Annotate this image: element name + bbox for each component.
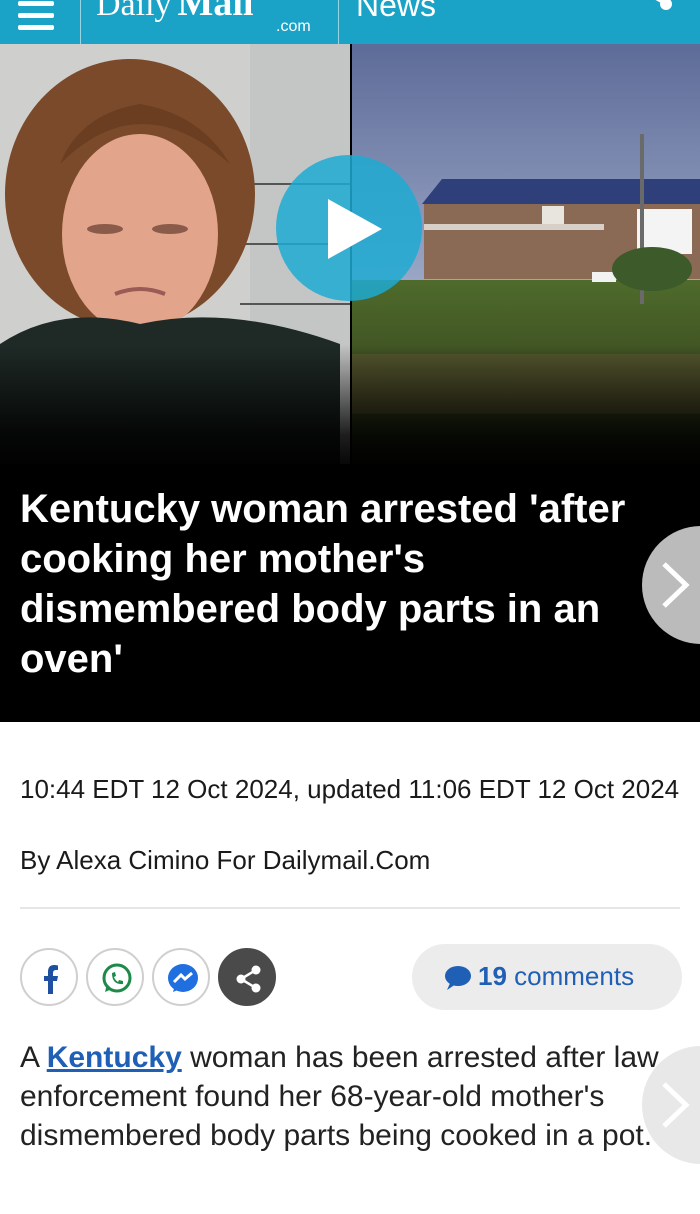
- site-logo[interactable]: Daily Mail: [96, 0, 254, 22]
- share-icon: [236, 965, 261, 993]
- divider: [20, 907, 680, 909]
- facebook-share-button[interactable]: [20, 948, 78, 1006]
- article-timestamp: 10:44 EDT 12 Oct 2024, updated 11:06 EDT…: [20, 774, 680, 804]
- article-body-paragraph: A Kentucky woman has been arrested after…: [20, 1038, 670, 1155]
- facebook-icon: [44, 965, 58, 994]
- comments-word: comments: [514, 961, 635, 991]
- whatsapp-icon: [102, 963, 132, 993]
- play-icon: [328, 199, 382, 259]
- comment-bubble-icon: [445, 966, 471, 990]
- article-headline: Kentucky woman arrested 'after cooking h…: [20, 487, 626, 681]
- logo-com: .com: [276, 18, 311, 35]
- section-label[interactable]: News: [356, 0, 436, 22]
- body-prefix: A: [20, 1041, 47, 1074]
- share-button[interactable]: [218, 948, 276, 1006]
- messenger-share-button[interactable]: [152, 948, 210, 1006]
- messenger-icon: [168, 964, 198, 992]
- logo-daily: Daily: [96, 0, 172, 23]
- top-header: Daily Mail .com News: [0, 0, 700, 44]
- kentucky-link[interactable]: Kentucky: [47, 1041, 182, 1074]
- chevron-right-icon: [662, 1082, 690, 1128]
- play-button[interactable]: [276, 155, 422, 301]
- comments-label: 19 comments: [478, 961, 634, 992]
- article-byline[interactable]: By Alexa Cimino For Dailymail.Com: [20, 843, 430, 877]
- comments-count: 19: [478, 961, 507, 991]
- share-icon[interactable]: [636, 0, 676, 20]
- header-divider: [80, 0, 81, 44]
- comments-button[interactable]: 19 comments: [412, 944, 682, 1010]
- header-divider: [338, 0, 339, 44]
- logo-mail: Mail: [177, 0, 254, 24]
- chevron-right-icon: [662, 562, 690, 608]
- whatsapp-share-button[interactable]: [86, 948, 144, 1006]
- hero-gradient: [0, 344, 700, 474]
- hero-media: Kentucky woman arrested 'after cooking h…: [0, 44, 700, 722]
- hamburger-icon[interactable]: [18, 0, 56, 30]
